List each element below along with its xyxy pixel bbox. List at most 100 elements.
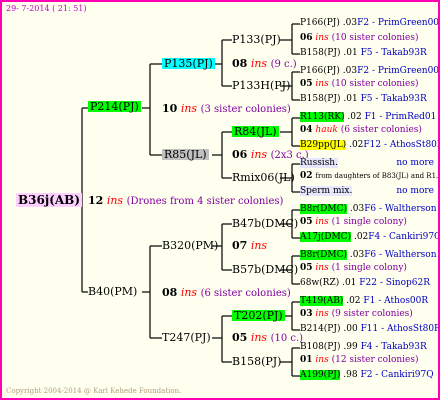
g4-12-name: T419(AB) (300, 296, 344, 306)
g4-0-line: F2 - PrimGreen00 (357, 18, 440, 28)
g4-12-val: .02 (346, 296, 361, 306)
g4-3-line: F5 - Takab93R (360, 94, 427, 104)
root-meta: 12 ins (Drones from 4 sister colonies) (88, 195, 283, 207)
sire-side-gen: 10 (162, 102, 178, 115)
g4-11-name: 68w(RZ) (300, 278, 340, 288)
g4-4-line: F1 - PrimRed01 (364, 112, 437, 122)
root-note: (Drones from 4 sister colonies) (126, 196, 284, 207)
pedigree-chart: 29- 7-2014 ( 21: 51) B36j(AB) 12 ins (Dr… (0, 0, 440, 400)
g4-row-13: B214(PJ) .00 F11 - AthosSt80R (300, 324, 440, 334)
p133-ins: ins (315, 33, 329, 43)
g4-2-name: P166(PJ) (300, 66, 340, 76)
queen-b158: B158(PJ) (232, 355, 282, 368)
b47b-ins: ins (315, 217, 329, 227)
sire-side-meta: 10 ins (3 sister colonies) (162, 103, 291, 115)
g4-row-12: T419(AB) .02 F1 - Athos00R (300, 296, 429, 306)
p133h-meta: 05 ins (10 sister colonies) (300, 80, 419, 89)
g4-row-5: B29pp(JL) .02F12 - AthosSt80R (300, 140, 440, 150)
g4-row-8: B8r(DMC) .03F6 - Waltherson (300, 204, 437, 214)
b47b-gen: 05 (300, 217, 313, 227)
queen-b320: B320(PM) (162, 239, 219, 252)
g4-15-name: A199(PJ) (300, 370, 341, 380)
r84-meta: 04 hauk (6 sister colonies) (300, 126, 422, 135)
g4-0-val: .03 (342, 18, 358, 28)
queen-b57b: B57b(DMC) (232, 263, 299, 276)
g4-10-line: F6 - Waltherson (364, 250, 437, 260)
queen-p133: P133(PJ) (232, 33, 281, 46)
b158-ins: ins (315, 355, 329, 365)
g4-13-val: .00 (343, 324, 358, 334)
t247-gen: 05 (232, 331, 248, 344)
b320-gen: 07 (232, 239, 248, 252)
g4-1-val: .01 (343, 48, 358, 58)
root-ins: ins (106, 194, 124, 207)
p135-ins: ins (250, 57, 268, 70)
b47b-note: (1 single colony) (331, 217, 407, 227)
p135-gen: 08 (232, 57, 248, 70)
root-queen: B36j(AB) (16, 193, 82, 207)
r84-note: (6 sister colonies) (340, 125, 422, 135)
sire-side-ins: ins (180, 102, 198, 115)
queen-rmix06: Rmix06(JL) (232, 171, 295, 184)
g4-0-name: P166(PJ) (300, 18, 340, 28)
b158-meta: 01 ins (12 sister colonies) (300, 356, 419, 365)
g4-13-name: B214(PJ) (300, 324, 341, 334)
r85-ins: ins (250, 148, 268, 161)
p133-note: (10 sister colonies) (331, 33, 419, 43)
g4-13-line: F11 - AthosSt80R (360, 324, 440, 334)
g4-row-11: 68w(RZ) .01 F22 - Sinop62R (300, 279, 430, 288)
g4-row-14: B108(PJ) .99 F4 - Takab93R (300, 343, 427, 352)
b57b-ins: ins (315, 263, 329, 273)
b57b-gen: 05 (300, 263, 313, 273)
b57b-note: (1 single colony) (331, 263, 407, 273)
g4-12-line: F1 - Athos00R (363, 296, 429, 306)
g4-6-name: Russish. (300, 158, 338, 168)
g4-row-2: P166(PJ) .03F2 - PrimGreen00 (300, 66, 438, 76)
t202-meta: 03 ins (9 sister colonies) (300, 310, 413, 319)
r84-gen: 04 (300, 125, 313, 135)
g4-row-4: R113(RK) .02 F1 - PrimRed01 (300, 112, 437, 122)
queen-r84: R84(JL) (232, 125, 279, 138)
g4-15-line: F2 - Cankiri97Q (360, 370, 434, 380)
b57b-meta: 05 ins (1 single colony) (300, 264, 407, 273)
g4-row-0: P166(PJ) .03F2 - PrimGreen00 (300, 18, 440, 28)
g4-14-line: F4 - Takab93R (360, 342, 427, 352)
r85-meta: 06 ins (2x3 c.) (232, 149, 309, 161)
queen-p135: P135(PJ) (162, 57, 215, 70)
dam-side-queen: B40(PM) (88, 285, 138, 298)
g4-5-line: F12 - AthosSt80R (363, 140, 440, 150)
g4-7-line: no more (396, 186, 434, 196)
queen-r85: R85(JL) (162, 148, 209, 161)
g4-4-val: .02 (347, 112, 362, 122)
g4-9-val: .02 (353, 232, 369, 242)
dam-side-ins: ins (180, 286, 198, 299)
g4-14-val: .99 (343, 342, 358, 352)
t202-ins: ins (315, 309, 329, 319)
g4-row-10: B8r(DMC) .03F6 - Waltherson (300, 250, 437, 260)
p133h-note: (10 sister colonies) (331, 79, 419, 89)
r85-gen: 06 (232, 148, 248, 161)
g4-10-val: .03 (349, 250, 365, 260)
g4-row-6: Russish. no more (300, 158, 434, 168)
t247-meta: 05 ins (10 c.) (232, 332, 303, 344)
g4-1-line: F5 - Takab93R (360, 48, 427, 58)
b158-note: (12 sister colonies) (331, 355, 419, 365)
footer-copyright: Copyright 2004-2014 @ Karl Kehede Founda… (6, 387, 182, 395)
p135-note: (9 c.) (270, 59, 297, 70)
g4-7-name: Sperm mix. (300, 186, 353, 196)
rmix06-note: from daughters of B83(JL) and R1... (315, 172, 440, 180)
g4-11-line: F22 - Sinop62R (359, 278, 431, 288)
g4-5-name: B29pp(JL) (300, 140, 347, 150)
g4-2-val: .03 (342, 66, 358, 76)
queen-b47b: B47b(DMC) (232, 217, 299, 230)
g4-10-name: B8r(DMC) (300, 250, 347, 260)
g4-14-name: B108(PJ) (300, 342, 341, 352)
b320-meta: 07 ins (232, 240, 267, 251)
g4-8-line: F6 - Waltherson (364, 204, 437, 214)
queen-p133h: P133H(PJ) (232, 79, 291, 92)
g4-3-val: .01 (343, 94, 358, 104)
g4-6-line: no more (396, 158, 434, 168)
t247-note: (10 c.) (270, 333, 304, 344)
root-gen: 12 (88, 194, 104, 207)
g4-row-1: B158(PJ) .01 F5 - Takab93R (300, 49, 427, 58)
